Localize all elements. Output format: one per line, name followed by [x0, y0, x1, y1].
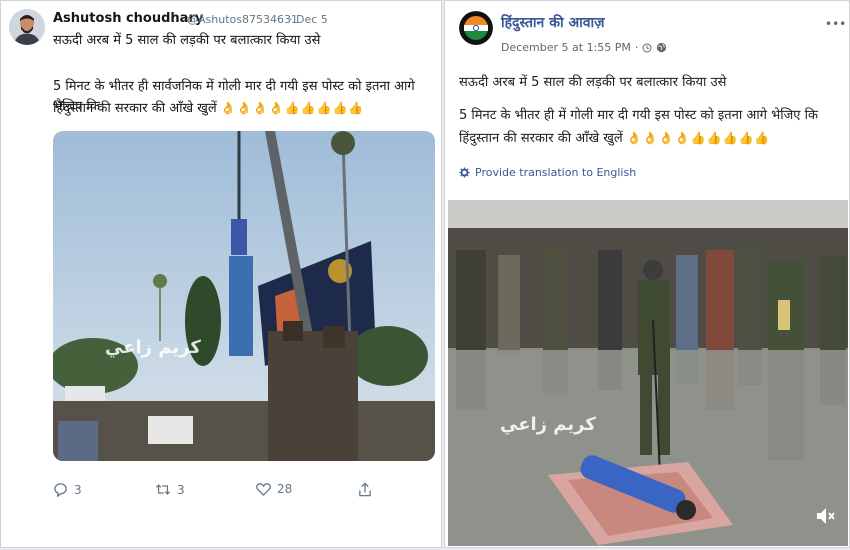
twitter-author-handle[interactable]: @Ashutos87534631	[187, 13, 298, 26]
retweet-button[interactable]: 3	[155, 482, 185, 497]
facebook-text-line-2: 5 मिनट के भीतर ही में गोली मार दी गयी इस…	[459, 108, 818, 123]
facebook-video[interactable]: كريم زاعي	[448, 200, 848, 546]
globe-icon	[657, 42, 667, 53]
facebook-text-line-3: हिंदुस्तान की सरकार की आँखे खुलें 👌👌👌👌👍👍…	[459, 128, 770, 149]
like-button[interactable]: 28	[256, 482, 292, 496]
facebook-page-avatar[interactable]	[459, 11, 493, 45]
share-icon	[359, 482, 371, 497]
gear-icon	[459, 167, 470, 178]
facebook-video-frame	[448, 200, 848, 546]
heart-icon	[256, 483, 271, 496]
facebook-video-watermark: كريم زاعي	[500, 414, 596, 435]
like-count: 28	[277, 482, 293, 496]
more-options-button[interactable]: •••	[825, 17, 846, 31]
twitter-emojis: 👌👌👌👌👍👍👍👍👍	[220, 101, 365, 115]
twitter-avatar[interactable]	[9, 9, 45, 45]
translate-link[interactable]: Provide translation to English	[459, 166, 636, 179]
twitter-date[interactable]: · Dec 5	[289, 13, 328, 26]
twitter-post: Ashutosh choudhary @Ashutos87534631 · De…	[0, 0, 442, 548]
facebook-page-name[interactable]: हिंदुस्तान की आवाज़	[501, 13, 605, 32]
facebook-post-date[interactable]: December 5 at 1:55 PM	[501, 41, 631, 54]
retweet-icon	[155, 484, 171, 495]
separator-dot: ·	[634, 41, 639, 54]
twitter-video-frame	[53, 131, 435, 461]
facebook-post-meta: December 5 at 1:55 PM ·	[501, 41, 667, 54]
facebook-emojis: 👌👌👌👌👍👍👍👍👍	[626, 131, 771, 145]
share-button[interactable]	[358, 482, 372, 497]
twitter-text-line-1: सऊदी अरब में 5 साल की लड़की पर बलात्कार …	[53, 33, 321, 48]
retweet-count: 3	[177, 482, 185, 497]
reply-count: 3	[74, 482, 82, 497]
twitter-text-line-3-text: हिंदुस्तान की सरकार की आँखे खुलें	[53, 101, 217, 116]
twitter-video-watermark: كريم زاعي	[105, 337, 201, 358]
facebook-text-line-1: सऊदी अरब में 5 साल की लड़की पर बलात्कार …	[459, 75, 727, 90]
twitter-author-name[interactable]: Ashutosh choudhary	[53, 11, 203, 26]
translate-link-label: Provide translation to English	[475, 166, 637, 179]
facebook-text-line-3-text: हिंदुस्तान की सरकार की आँखे खुलें	[459, 131, 623, 146]
volume-icon[interactable]	[814, 505, 836, 527]
twitter-text-line-3: हिंदुस्तान की सरकार की आँखे खुलें 👌👌👌👌👍👍…	[53, 98, 364, 119]
facebook-post: हिंदुस्तान की आवाज़ December 5 at 1:55 P…	[444, 0, 850, 548]
reply-button[interactable]: 3	[53, 482, 82, 497]
twitter-video[interactable]: كريم زاعي	[53, 131, 435, 461]
clock-icon	[642, 43, 652, 52]
reply-icon	[54, 483, 67, 497]
